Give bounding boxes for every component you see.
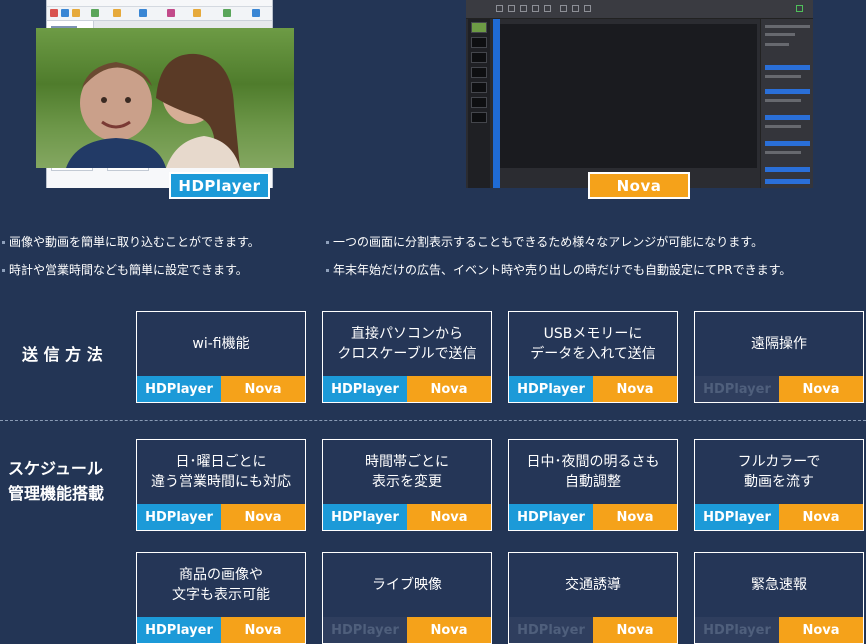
feature-card: ライブ映像 HDPlayer Nova xyxy=(322,552,492,644)
nova-badge: Nova xyxy=(407,617,491,643)
hdplayer-badge: HDPlayer xyxy=(695,504,779,530)
hdplayer-badge: HDPlayer xyxy=(323,504,407,530)
support-badges: HDPlayer Nova xyxy=(137,504,305,530)
hdplayer-badge-unsupported: HDPlayer xyxy=(509,617,593,643)
nova-badge: Nova xyxy=(779,376,863,402)
nova-badge: Nova xyxy=(593,504,677,530)
nova-properties-panel xyxy=(760,19,813,188)
feature-label: 交通誘導 xyxy=(565,577,621,593)
hdplayer-menubar xyxy=(47,0,272,7)
support-badges: HDPlayer Nova xyxy=(509,376,677,402)
section-title-schedule-line1: スケジュール xyxy=(8,459,103,478)
feature-card: USBメモリーに データを入れて送信 HDPlayer Nova xyxy=(508,311,678,403)
toolbar-icon xyxy=(91,9,99,17)
feature-label: フルカラーで 動画を流す xyxy=(737,454,821,490)
nova-badge: Nova xyxy=(221,617,305,643)
toolbar-icon xyxy=(560,5,567,12)
nova-badge: Nova xyxy=(221,504,305,530)
feature-card: wi-fi機能 HDPlayer Nova xyxy=(136,311,306,403)
feature-label: USBメモリーに データを入れて送信 xyxy=(530,326,656,362)
bullet-item: 時計や営業時間なども簡単に設定できます。 xyxy=(2,262,248,278)
feature-card: フルカラーで 動画を流す HDPlayer Nova xyxy=(694,439,864,531)
nova-side-bar xyxy=(493,19,500,188)
feature-label: ライブ映像 xyxy=(372,577,442,593)
section-title-schedule-line2: 管理機能搭載 xyxy=(8,484,105,503)
feature-card: 直接パソコンから クロスケーブルで送信 HDPlayer Nova xyxy=(322,311,492,403)
hdplayer-badge: HDPlayer xyxy=(137,376,221,402)
nova-canvas xyxy=(500,24,757,168)
feature-label: 商品の画像や 文字も表示可能 xyxy=(172,567,270,603)
feature-label: 時間帯ごとに 表示を変更 xyxy=(365,454,449,490)
nova-toolbar xyxy=(466,0,813,19)
nova-badge: Nova xyxy=(779,617,863,643)
toolbar-icon xyxy=(520,5,527,12)
toolbar-icon xyxy=(572,5,579,12)
toolbar-icon xyxy=(139,9,147,17)
nova-badge: Nova xyxy=(407,504,491,530)
support-badges: HDPlayer Nova xyxy=(323,376,491,402)
toolbar-icon xyxy=(532,5,539,12)
feature-label: 日･曜日ごとに 違う営業時間にも対応 xyxy=(151,454,291,490)
hdplayer-badge: HDPlayer xyxy=(323,376,407,402)
feature-label: 直接パソコンから クロスケーブルで送信 xyxy=(337,326,477,362)
section-title-transmission: 送 信 方 法 xyxy=(22,345,103,364)
hdplayer-toolbar xyxy=(47,7,272,21)
nova-badge: Nova xyxy=(593,617,677,643)
toolbar-icon xyxy=(508,5,515,12)
feature-label: 遠隔操作 xyxy=(751,336,807,352)
feature-card: 日中･夜間の明るさも 自動調整 HDPlayer Nova xyxy=(508,439,678,531)
support-badges: HDPlayer Nova xyxy=(323,504,491,530)
feature-label: wi-fi機能 xyxy=(192,336,250,352)
nova-thumbnail-strip xyxy=(468,19,490,188)
feature-label: 緊急速報 xyxy=(751,577,807,593)
support-badges: HDPlayer Nova xyxy=(695,376,863,402)
hdplayer-badge: HDPlayer xyxy=(137,504,221,530)
toolbar-icon xyxy=(584,5,591,12)
feature-card: 交通誘導 HDPlayer Nova xyxy=(508,552,678,644)
feature-label: 日中･夜間の明るさも 自動調整 xyxy=(526,454,660,490)
hdplayer-badge: HDPlayer xyxy=(509,504,593,530)
feature-card: 緊急速報 HDPlayer Nova xyxy=(694,552,864,644)
bullet-item: 年末年始だけの広告、イベント時や売り出しの時だけでも自動設定にてPRできます。 xyxy=(326,262,791,278)
toolbar-icon xyxy=(61,9,69,17)
feature-card: 日･曜日ごとに 違う営業時間にも対応 HDPlayer Nova xyxy=(136,439,306,531)
support-badges: HDPlayer Nova xyxy=(695,617,863,643)
nova-badge: Nova xyxy=(407,376,491,402)
toolbar-icon xyxy=(496,5,503,12)
nova-screenshot xyxy=(466,0,813,188)
hdplayer-badge-unsupported: HDPlayer xyxy=(695,617,779,643)
support-badges: HDPlayer Nova xyxy=(695,504,863,530)
bullet-item: 画像や動画を簡単に取り込むことができます。 xyxy=(2,234,260,250)
support-badges: HDPlayer Nova xyxy=(509,504,677,530)
hdplayer-badge-unsupported: HDPlayer xyxy=(323,617,407,643)
bullet-item: 一つの画面に分割表示することもできるため様々なアレンジが可能になります。 xyxy=(326,234,763,250)
feature-card: 遠隔操作 HDPlayer Nova xyxy=(694,311,864,403)
support-badges: HDPlayer Nova xyxy=(137,376,305,402)
children-kissing-photo xyxy=(36,28,294,168)
support-badges: HDPlayer Nova xyxy=(509,617,677,643)
hdplayer-label: HDPlayer xyxy=(169,172,270,199)
toolbar-icon xyxy=(544,5,551,12)
toolbar-icon xyxy=(113,9,121,17)
toolbar-icon xyxy=(796,5,803,12)
nova-badge: Nova xyxy=(779,504,863,530)
nova-badge: Nova xyxy=(221,376,305,402)
feature-card: 時間帯ごとに 表示を変更 HDPlayer Nova xyxy=(322,439,492,531)
toolbar-icon xyxy=(167,9,175,17)
toolbar-icon xyxy=(252,9,260,17)
hdplayer-badge: HDPlayer xyxy=(137,617,221,643)
hdplayer-badge-unsupported: HDPlayer xyxy=(695,376,779,402)
feature-card: 商品の画像や 文字も表示可能 HDPlayer Nova xyxy=(136,552,306,644)
nova-label: Nova xyxy=(588,172,690,199)
toolbar-icon xyxy=(193,9,201,17)
toolbar-icon xyxy=(50,9,58,17)
support-badges: HDPlayer Nova xyxy=(137,617,305,643)
toolbar-icon xyxy=(72,9,80,17)
hdplayer-badge: HDPlayer xyxy=(509,376,593,402)
toolbar-icon xyxy=(223,9,231,17)
support-badges: HDPlayer Nova xyxy=(323,617,491,643)
section-divider xyxy=(0,420,866,421)
nova-badge: Nova xyxy=(593,376,677,402)
